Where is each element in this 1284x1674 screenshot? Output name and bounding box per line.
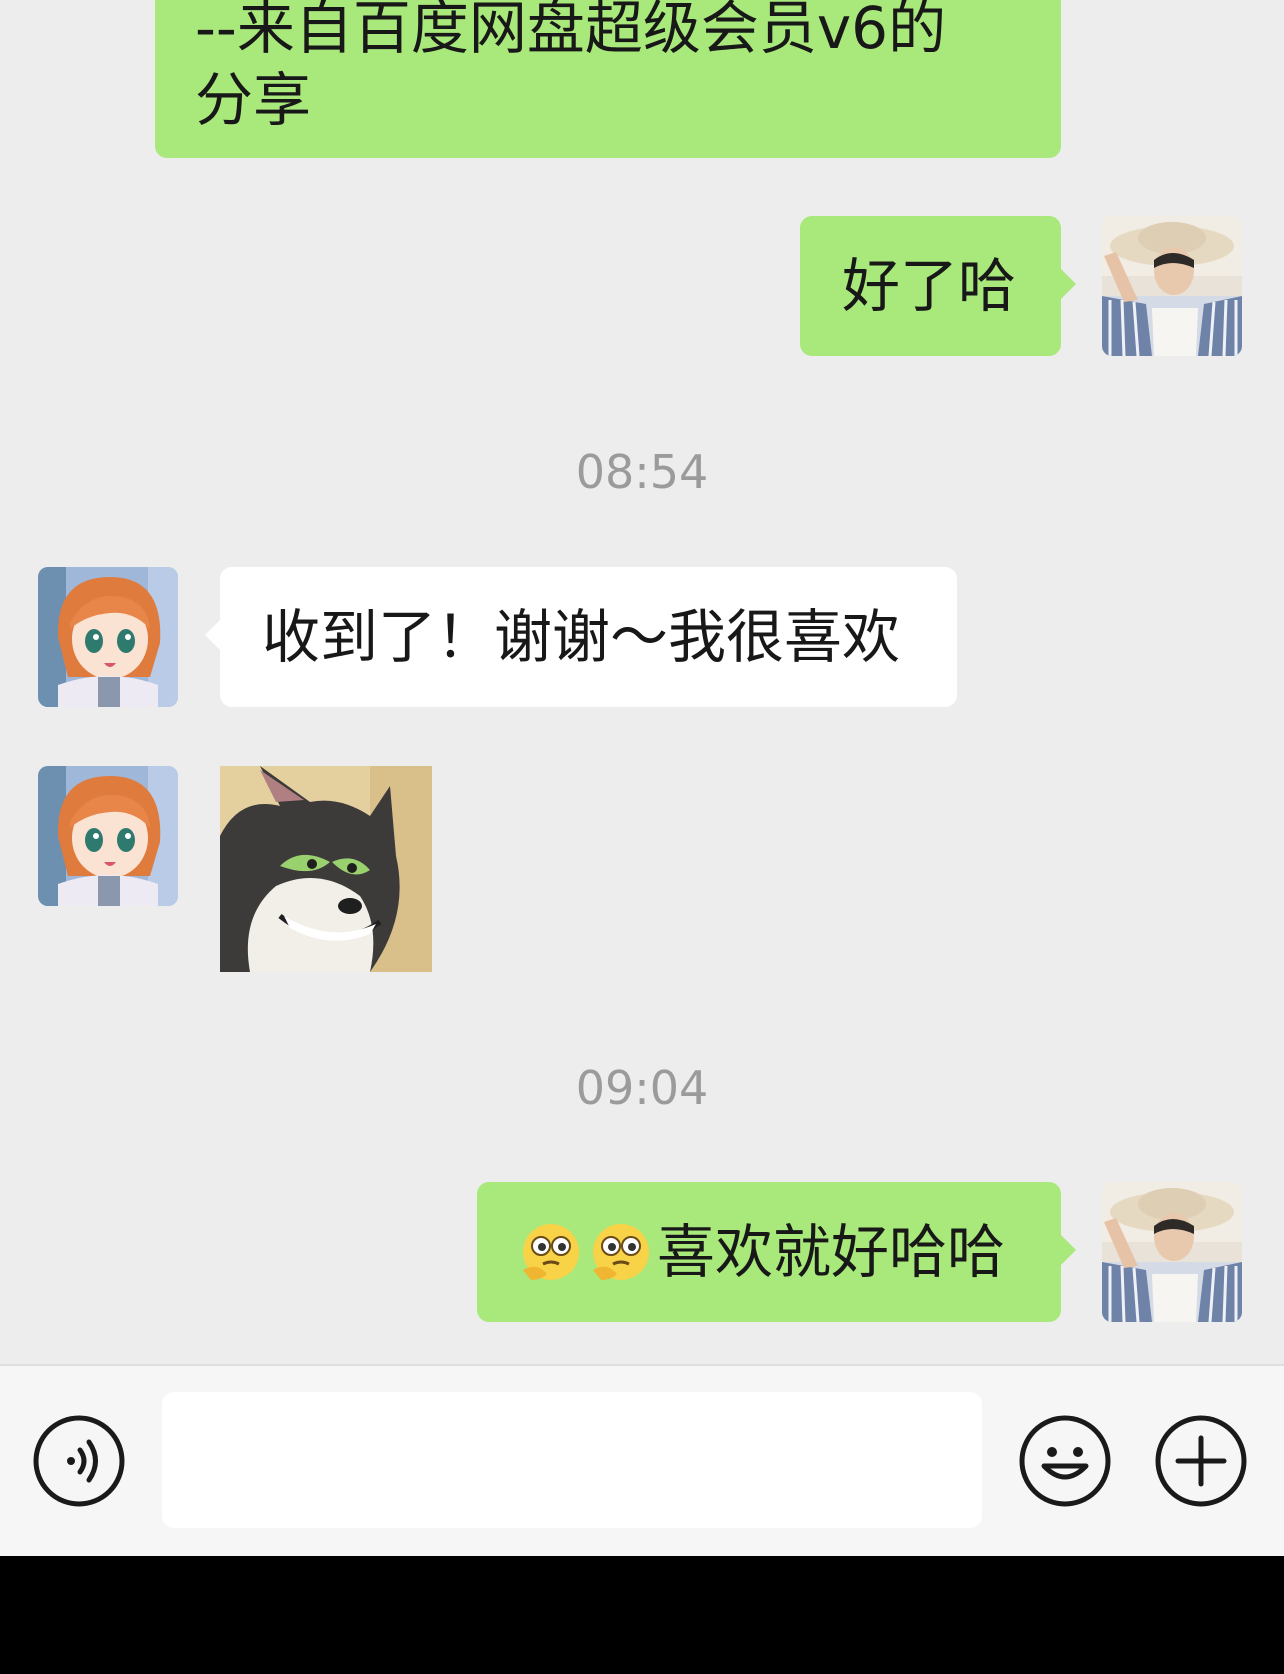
contact-avatar[interactable] (38, 567, 178, 707)
message-text: 好了哈 (842, 252, 1017, 320)
voice-button[interactable] (32, 1414, 126, 1508)
self-avatar[interactable] (1102, 1182, 1242, 1322)
outgoing-message-bubble[interactable]: 喜欢就好哈哈 (477, 1182, 1076, 1322)
more-button[interactable] (1154, 1414, 1248, 1508)
man-in-hat-avatar-image (1102, 216, 1242, 356)
bottom-black-area (0, 1556, 1284, 1674)
chat-input-bar (0, 1364, 1284, 1556)
thinking-face-emoji (587, 1218, 655, 1286)
anime-girl-avatar-image (38, 567, 178, 707)
emoji-button[interactable] (1018, 1414, 1112, 1508)
message-timestamp: 09:04 (575, 1061, 709, 1115)
incoming-message-bubble[interactable]: 收到了！谢谢～我很喜欢 (205, 567, 957, 707)
man-in-hat-avatar-image (1102, 1182, 1242, 1322)
voice-icon (33, 1415, 125, 1507)
tom-cat-smirk-sticker[interactable] (220, 766, 432, 972)
outgoing-message-bubble[interactable]: 好了哈 (800, 216, 1076, 356)
message-timestamp: 08:54 (575, 445, 709, 499)
smiley-icon (1019, 1415, 1111, 1507)
contact-avatar[interactable] (38, 766, 178, 906)
chat-screen: --来自百度网盘超级会员v6的 分享 好了哈 08:54 收到了！谢谢～我很喜欢… (0, 0, 1284, 1556)
message-text: 喜欢就好哈哈 (657, 1218, 1006, 1286)
message-text: 收到了！谢谢～我很喜欢 (262, 603, 901, 671)
outgoing-message-bubble[interactable]: --来自百度网盘超级会员v6的 分享 (155, 0, 1061, 158)
message-input[interactable] (162, 1392, 982, 1528)
message-list[interactable]: --来自百度网盘超级会员v6的 分享 好了哈 08:54 收到了！谢谢～我很喜欢… (0, 0, 1284, 1364)
self-avatar[interactable] (1102, 216, 1242, 356)
thinking-face-emoji (517, 1218, 585, 1286)
message-text: --来自百度网盘超级会员v6的 分享 (195, 0, 947, 134)
anime-girl-avatar-image (38, 766, 178, 906)
plus-icon (1155, 1415, 1247, 1507)
